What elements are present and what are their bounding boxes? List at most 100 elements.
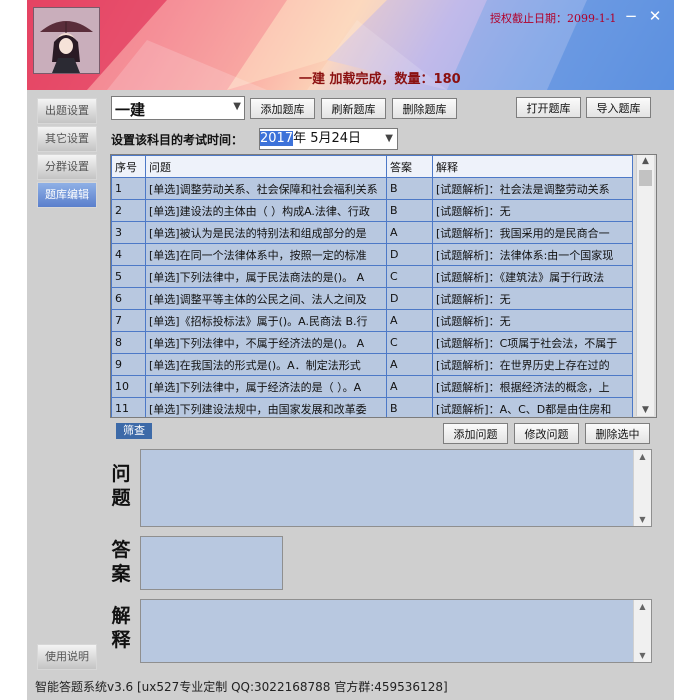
table-row[interactable]: 1 [单选]调整劳动关系、社会保障和社会福利关系 B [试题解析]：社会法是调整劳动关… <box>111 177 633 200</box>
cell-index[interactable]: 1 <box>111 177 146 200</box>
question-table[interactable]: 序号 问题 答案 解释 1 [单选]调整劳动关系、社会保障和社会福利关系 B [试题解… <box>110 154 657 418</box>
chevron-down-icon: ▼ <box>385 133 393 144</box>
license-date: 2099-1-1 <box>567 12 617 25</box>
answer-textarea[interactable] <box>140 536 283 590</box>
sidebar-item-question-settings[interactable]: 出题设置 <box>37 98 97 124</box>
answer-label: 答案 <box>111 539 131 585</box>
refresh-bank-button[interactable]: 刷新题库 <box>321 98 386 119</box>
delete-bank-button[interactable]: 删除题库 <box>392 98 457 119</box>
scroll-up-icon[interactable]: ▲ <box>634 452 651 461</box>
table-row[interactable]: 8 [单选]下列法律中，不属于经济法的是()。 A C [试题解析]：C项属于社会法，… <box>111 331 633 354</box>
cell-question[interactable]: [单选]调整劳动关系、社会保障和社会福利关系 <box>145 177 387 200</box>
table-row[interactable]: 3 [单选]被认为是民法的特别法和组成部分的是 A [试题解析]：我国采用的是民商合一 <box>111 221 633 244</box>
question-textarea[interactable]: ▲ ▼ <box>140 449 652 527</box>
cell-answer[interactable]: A <box>386 353 433 376</box>
cell-question[interactable]: [单选]建设法的主体由（ ）构成A.法律、行政 <box>145 199 387 222</box>
cell-explanation[interactable]: [试题解析]：C项属于社会法，不属于 <box>432 331 633 354</box>
scroll-down-icon[interactable]: ▼ <box>637 405 654 415</box>
cell-index[interactable]: 9 <box>111 353 146 376</box>
table-row[interactable]: 4 [单选]在同一个法律体系中，按照一定的标准 D [试题解析]：法律体系:由一个国家… <box>111 243 633 266</box>
cell-answer[interactable]: C <box>386 331 433 354</box>
filter-button[interactable]: 筛查 <box>116 423 152 439</box>
cell-index[interactable]: 10 <box>111 375 146 398</box>
cell-answer[interactable]: B <box>386 397 433 417</box>
table-row[interactable]: 9 [单选]在我国法的形式是()。A．制定法形式 A [试题解析]：在世界历史上存在过… <box>111 353 633 376</box>
scroll-down-icon[interactable]: ▼ <box>634 651 651 660</box>
table-row[interactable]: 10 [单选]下列法律中，属于经济法的是（ ）。A A [试题解析]：根据经济法的概念… <box>111 375 633 398</box>
app-window: 授权截止日期：2099-1-1 − ✕ 一建 加载完成，数量：180 出题设置 … <box>27 0 674 700</box>
import-bank-button[interactable]: 导入题库 <box>586 97 651 118</box>
column-header-explanation[interactable]: 解释 <box>432 155 633 178</box>
table-row[interactable]: 11 [单选]下列建设法规中，由国家发展和改革委 B [试题解析]：A、C、D都是由住… <box>111 397 633 417</box>
exam-date-picker[interactable]: 2017年 5月24日 ▼ <box>259 128 398 150</box>
add-bank-button[interactable]: 添加题库 <box>250 98 315 119</box>
cell-index[interactable]: 5 <box>111 265 146 288</box>
exam-month-day[interactable]: 年 5月24日 <box>293 131 361 146</box>
scroll-up-icon[interactable]: ▲ <box>637 156 654 166</box>
cell-answer[interactable]: A <box>386 221 433 244</box>
exam-year[interactable]: 2017 <box>260 131 294 146</box>
question-scrollbar[interactable]: ▲ ▼ <box>633 450 651 526</box>
table-row[interactable]: 5 [单选]下列法律中，属于民法商法的是()。 A C [试题解析]：《建筑法》属于行… <box>111 265 633 288</box>
cell-explanation[interactable]: [试题解析]：无 <box>432 309 633 332</box>
cell-question[interactable]: [单选]《招标投标法》属于()。A.民商法 B.行 <box>145 309 387 332</box>
sidebar-item-other-settings[interactable]: 其它设置 <box>37 126 97 152</box>
cell-explanation[interactable]: [试题解析]：无 <box>432 287 633 310</box>
cell-question[interactable]: [单选]下列法律中，属于经济法的是（ ）。A <box>145 375 387 398</box>
open-bank-button[interactable]: 打开题库 <box>516 97 581 118</box>
cell-index[interactable]: 11 <box>111 397 146 417</box>
cell-question[interactable]: [单选]下列法律中，属于民法商法的是()。 A <box>145 265 387 288</box>
add-question-button[interactable]: 添加问题 <box>443 423 508 444</box>
cell-answer[interactable]: A <box>386 375 433 398</box>
cell-explanation[interactable]: [试题解析]：我国采用的是民商合一 <box>432 221 633 244</box>
cell-answer[interactable]: D <box>386 243 433 266</box>
edit-question-button[interactable]: 修改问题 <box>514 423 579 444</box>
help-button[interactable]: 使用说明 <box>37 644 97 670</box>
column-header-index[interactable]: 序号 <box>111 155 146 178</box>
cell-explanation[interactable]: [试题解析]：法律体系:由一个国家现 <box>432 243 633 266</box>
subject-select[interactable]: 一建 ▼ <box>111 96 245 120</box>
cell-explanation[interactable]: [试题解析]：根据经济法的概念，上 <box>432 375 633 398</box>
minimize-button[interactable]: − <box>620 6 642 26</box>
scroll-thumb[interactable] <box>639 170 652 186</box>
cell-answer[interactable]: D <box>386 287 433 310</box>
sidebar-item-group-settings[interactable]: 分群设置 <box>37 154 97 180</box>
cell-answer[interactable]: B <box>386 177 433 200</box>
cell-question[interactable]: [单选]调整平等主体的公民之间、法人之间及 <box>145 287 387 310</box>
cell-question[interactable]: [单选]在同一个法律体系中，按照一定的标准 <box>145 243 387 266</box>
footer-info: 智能答题系统v3.6 [ux527专业定制 QQ:3022168788 官方群:… <box>35 680 448 694</box>
close-button[interactable]: ✕ <box>644 6 666 26</box>
cell-index[interactable]: 6 <box>111 287 146 310</box>
cell-explanation[interactable]: [试题解析]：《建筑法》属于行政法 <box>432 265 633 288</box>
cell-index[interactable]: 8 <box>111 331 146 354</box>
subject-value: 一建 <box>115 101 146 119</box>
explanation-textarea[interactable]: ▲ ▼ <box>140 599 652 663</box>
cell-question[interactable]: [单选]被认为是民法的特别法和组成部分的是 <box>145 221 387 244</box>
cell-index[interactable]: 4 <box>111 243 146 266</box>
cell-explanation[interactable]: [试题解析]：社会法是调整劳动关系 <box>432 177 633 200</box>
sidebar-item-bank-edit[interactable]: 题库编辑 <box>37 182 97 208</box>
cell-answer[interactable]: B <box>386 199 433 222</box>
cell-answer[interactable]: A <box>386 309 433 332</box>
cell-explanation[interactable]: [试题解析]：A、C、D都是由住房和 <box>432 397 633 417</box>
cell-index[interactable]: 2 <box>111 199 146 222</box>
cell-index[interactable]: 7 <box>111 309 146 332</box>
table-scrollbar[interactable]: ▲ ▼ <box>636 155 654 416</box>
cell-question[interactable]: [单选]下列建设法规中，由国家发展和改革委 <box>145 397 387 417</box>
column-header-question[interactable]: 问题 <box>145 155 387 178</box>
explanation-scrollbar[interactable]: ▲ ▼ <box>633 600 651 662</box>
cell-question[interactable]: [单选]下列法律中，不属于经济法的是()。 A <box>145 331 387 354</box>
cell-explanation[interactable]: [试题解析]：无 <box>432 199 633 222</box>
cell-explanation[interactable]: [试题解析]：在世界历史上存在过的 <box>432 353 633 376</box>
table-row[interactable]: 6 [单选]调整平等主体的公民之间、法人之间及 D [试题解析]：无 <box>111 287 633 310</box>
scroll-down-icon[interactable]: ▼ <box>634 515 651 524</box>
table-row[interactable]: 7 [单选]《招标投标法》属于()。A.民商法 B.行 A [试题解析]：无 <box>111 309 633 332</box>
delete-selected-button[interactable]: 删除选中 <box>585 423 650 444</box>
table-row[interactable]: 2 [单选]建设法的主体由（ ）构成A.法律、行政 B [试题解析]：无 <box>111 199 633 222</box>
scroll-up-icon[interactable]: ▲ <box>634 602 651 611</box>
cell-question[interactable]: [单选]在我国法的形式是()。A．制定法形式 <box>145 353 387 376</box>
cell-index[interactable]: 3 <box>111 221 146 244</box>
cell-answer[interactable]: C <box>386 265 433 288</box>
chevron-down-icon: ▼ <box>233 101 241 112</box>
column-header-answer[interactable]: 答案 <box>386 155 433 178</box>
